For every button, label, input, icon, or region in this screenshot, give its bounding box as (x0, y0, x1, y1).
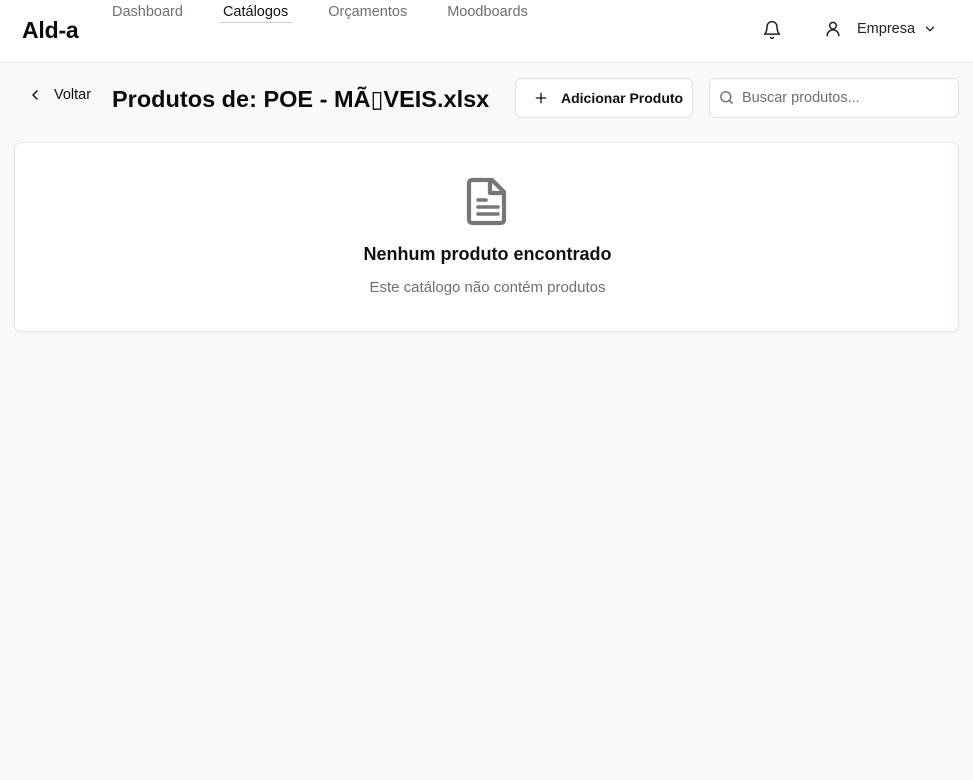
add-product-label: Adicionar Produto (561, 90, 684, 106)
back-button[interactable]: Voltar (27, 87, 91, 103)
search-input[interactable] (742, 79, 952, 117)
plus-icon (533, 90, 549, 106)
back-label: Voltar (54, 87, 92, 103)
page-title: Produtos de: POE - MÃ▯VEIS.xlsx (112, 86, 490, 112)
nav-dashboard[interactable]: Dashboard (108, 4, 187, 23)
user-icon (823, 19, 843, 39)
nav-moodboards[interactable]: Moodboards (443, 4, 532, 23)
app-logo[interactable]: Ald-a (22, 17, 79, 44)
empty-state-title: Nenhum produto encontrado (363, 244, 612, 264)
empty-state-card: Nenhum produto encontrado Este catálogo … (14, 142, 959, 332)
document-icon (466, 176, 510, 226)
search-box (709, 78, 959, 118)
chevron-down-icon (923, 22, 937, 36)
search-icon (718, 89, 735, 106)
empty-state-subtitle: Este catálogo não contém produtos (369, 279, 606, 296)
user-menu-button[interactable]: Empresa (823, 19, 937, 39)
bell-icon[interactable] (762, 20, 782, 40)
top-navbar: Ald-a Dashboard Catálogos Orçamentos Moo… (0, 0, 973, 63)
add-product-button[interactable]: Adicionar Produto (515, 78, 693, 118)
nav-orcamentos[interactable]: Orçamentos (324, 4, 411, 23)
main-nav: Dashboard Catálogos Orçamentos Moodboard… (108, 4, 564, 23)
user-name: Empresa (857, 21, 916, 37)
nav-catalogos[interactable]: Catálogos (218, 4, 293, 23)
chevron-left-icon (27, 87, 43, 103)
